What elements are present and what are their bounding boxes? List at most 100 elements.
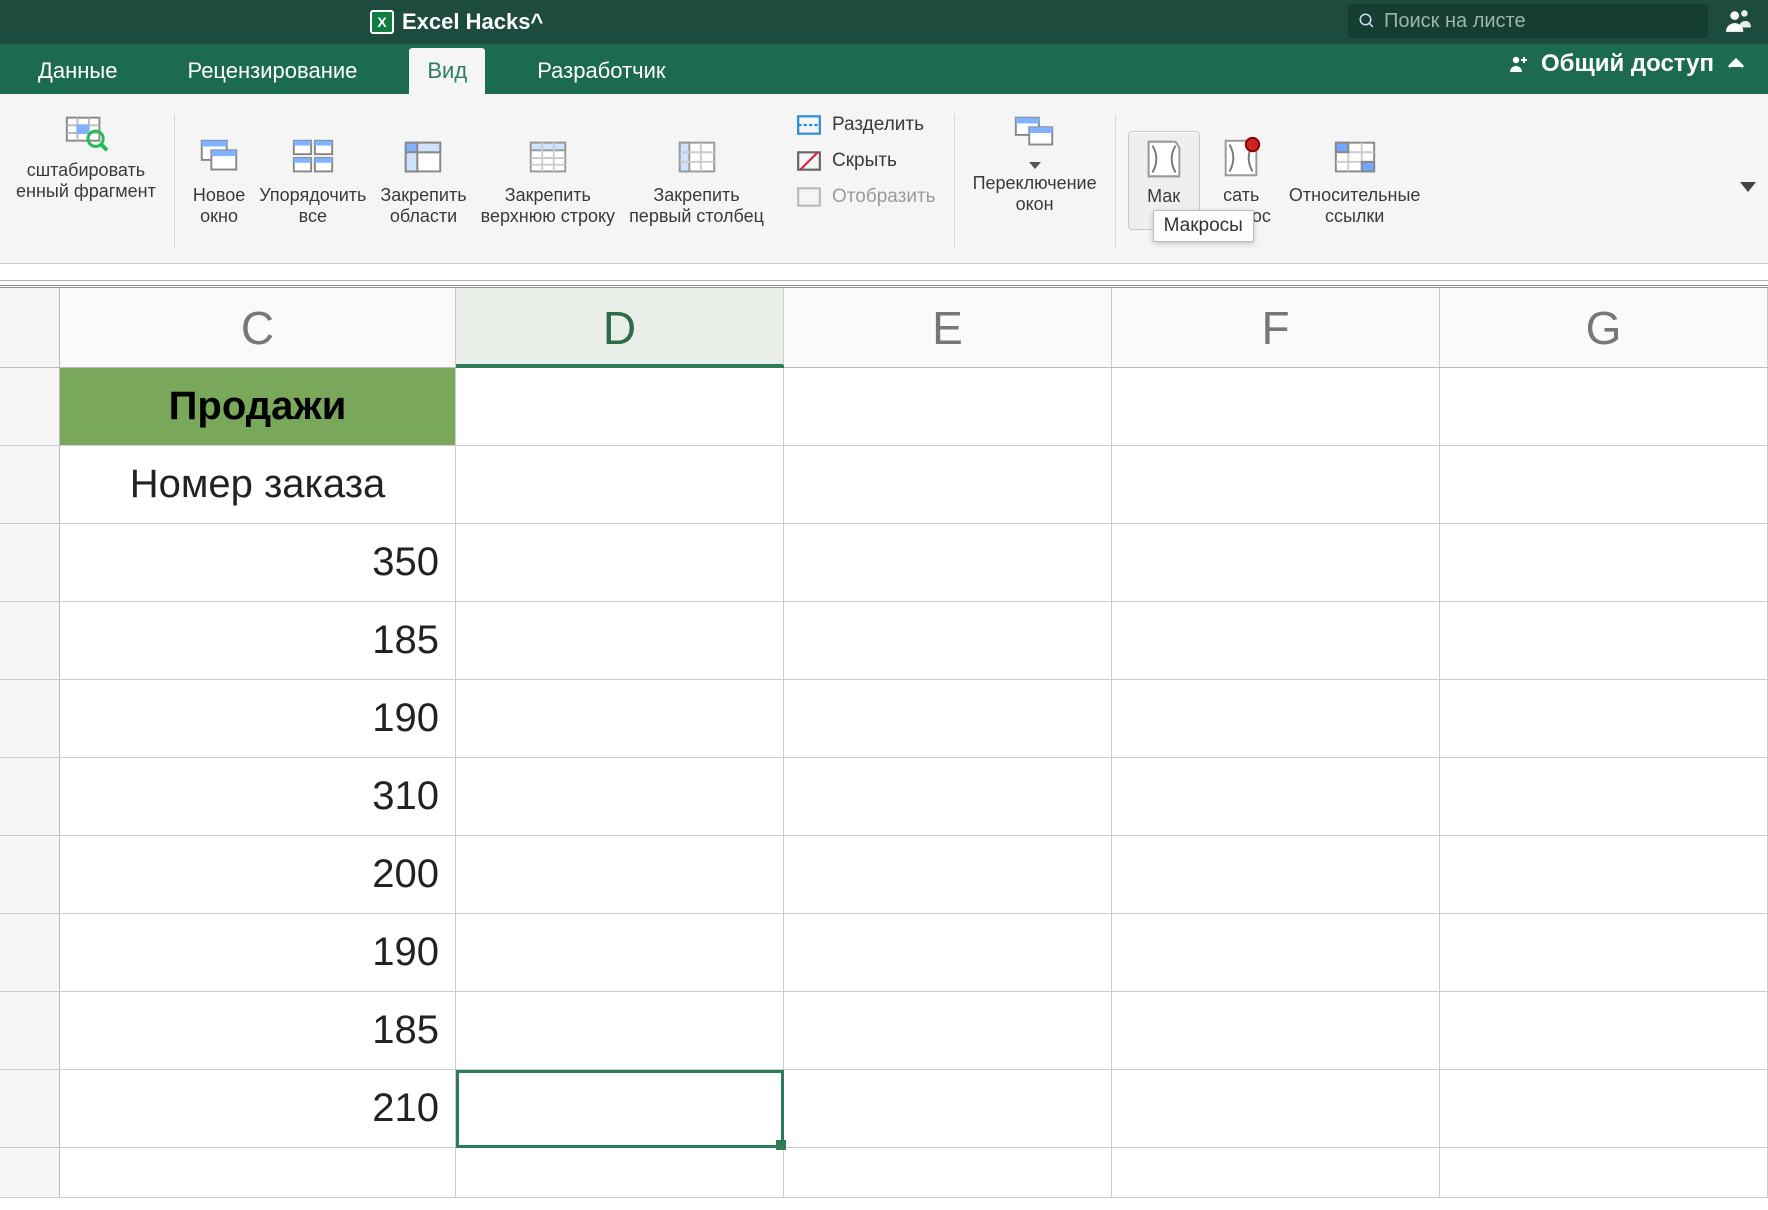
cell[interactable] <box>784 368 1112 445</box>
cell[interactable] <box>1440 680 1768 757</box>
select-all-corner[interactable] <box>0 288 60 367</box>
cell[interactable] <box>1440 1148 1768 1197</box>
col-header-F[interactable]: F <box>1112 288 1440 367</box>
row-header[interactable] <box>0 602 60 679</box>
cell[interactable] <box>784 914 1112 991</box>
cell[interactable] <box>456 446 784 523</box>
cell[interactable]: 185 <box>60 992 456 1069</box>
cell[interactable] <box>784 524 1112 601</box>
cell[interactable] <box>784 992 1112 1069</box>
cell[interactable]: 200 <box>60 836 456 913</box>
cell[interactable] <box>1112 368 1440 445</box>
cell[interactable]: 185 <box>60 602 456 679</box>
freeze-panes-button[interactable]: Закрепитьобласти <box>374 131 472 230</box>
cell[interactable]: 190 <box>60 680 456 757</box>
cell[interactable] <box>456 524 784 601</box>
unhide-icon <box>796 184 822 210</box>
row-header[interactable] <box>0 836 60 913</box>
freeze-top-row-icon <box>525 135 571 181</box>
row-header[interactable] <box>0 368 60 445</box>
col-header-D[interactable]: D <box>456 288 784 367</box>
table-row: 185 <box>0 602 1768 680</box>
cell[interactable] <box>1112 680 1440 757</box>
cell[interactable]: 310 <box>60 758 456 835</box>
chevron-up-icon[interactable] <box>1724 52 1748 76</box>
cell[interactable] <box>1112 1070 1440 1147</box>
row-header[interactable] <box>0 446 60 523</box>
spreadsheet[interactable]: C D E F G Продажи Номер заказа 350 <box>0 288 1768 1198</box>
cell[interactable] <box>1112 836 1440 913</box>
cell[interactable] <box>1440 1070 1768 1147</box>
cell[interactable] <box>784 1148 1112 1197</box>
switch-windows-button[interactable]: Переключениеокон <box>967 106 1103 218</box>
cell[interactable] <box>1440 368 1768 445</box>
cell[interactable] <box>456 1148 784 1197</box>
row-header[interactable] <box>0 992 60 1069</box>
row-header[interactable] <box>0 1148 60 1197</box>
cell[interactable] <box>1112 758 1440 835</box>
cell[interactable]: Номер заказа <box>60 446 456 523</box>
share-button[interactable]: Общий доступ <box>1507 50 1748 78</box>
cell[interactable] <box>1440 602 1768 679</box>
cell[interactable] <box>1440 446 1768 523</box>
cell[interactable] <box>456 1070 784 1147</box>
cell[interactable]: 190 <box>60 914 456 991</box>
cell[interactable]: 210 <box>60 1070 456 1147</box>
row-header[interactable] <box>0 680 60 757</box>
cell[interactable] <box>1440 992 1768 1069</box>
tab-review[interactable]: Рецензирование <box>169 48 375 94</box>
cell[interactable] <box>1112 446 1440 523</box>
ribbon-collapse-chevron-icon[interactable] <box>1740 182 1756 192</box>
tab-data[interactable]: Данные <box>20 48 135 94</box>
row-header[interactable] <box>0 1070 60 1147</box>
row-header[interactable] <box>0 524 60 601</box>
row-header[interactable] <box>0 914 60 991</box>
tab-view[interactable]: Вид <box>409 48 485 94</box>
cell[interactable] <box>1440 836 1768 913</box>
cell[interactable] <box>784 1070 1112 1147</box>
freeze-top-row-button[interactable]: Закрепитьверхнюю строку <box>475 131 621 230</box>
arrange-all-button[interactable]: Упорядочитьвсе <box>253 131 372 230</box>
cell[interactable] <box>1440 758 1768 835</box>
cell[interactable] <box>784 602 1112 679</box>
row-header[interactable] <box>0 758 60 835</box>
tab-developer[interactable]: Разработчик <box>519 48 683 94</box>
cell[interactable] <box>456 914 784 991</box>
new-window-button[interactable]: Новоеокно <box>187 131 251 230</box>
account-icon[interactable] <box>1722 4 1756 38</box>
cell[interactable] <box>784 680 1112 757</box>
table-row: Продажи <box>0 368 1768 446</box>
cell[interactable] <box>1440 914 1768 991</box>
cell[interactable] <box>1112 524 1440 601</box>
col-header-C[interactable]: C <box>60 288 456 367</box>
cell[interactable] <box>1112 602 1440 679</box>
col-header-G[interactable]: G <box>1440 288 1768 367</box>
cell[interactable] <box>784 446 1112 523</box>
cell[interactable] <box>456 992 784 1069</box>
cell[interactable] <box>456 836 784 913</box>
relative-refs-button[interactable]: Относительныессылки <box>1283 131 1426 230</box>
zoom-to-selection-button[interactable]: сштабироватьенный фрагмент <box>10 106 162 205</box>
freeze-first-col-button[interactable]: Закрепитьпервый столбец <box>623 131 770 230</box>
cell[interactable] <box>1112 992 1440 1069</box>
hide-button[interactable]: Скрыть <box>790 146 942 176</box>
cell[interactable] <box>1112 914 1440 991</box>
cell[interactable]: 350 <box>60 524 456 601</box>
split-button[interactable]: Разделить <box>790 110 942 140</box>
cell[interactable] <box>784 836 1112 913</box>
cell[interactable] <box>1112 1148 1440 1197</box>
cell[interactable] <box>456 368 784 445</box>
cell[interactable] <box>1440 524 1768 601</box>
cell[interactable] <box>456 758 784 835</box>
cell[interactable]: Продажи <box>60 368 456 445</box>
arrange-all-icon <box>290 135 336 181</box>
cell[interactable] <box>784 758 1112 835</box>
cell[interactable] <box>60 1148 456 1197</box>
table-row: Номер заказа <box>0 446 1768 524</box>
search-input[interactable]: Поиск на листе <box>1348 4 1708 38</box>
cell[interactable] <box>456 602 784 679</box>
cell[interactable] <box>456 680 784 757</box>
macros-button[interactable]: Максы Макросы <box>1128 131 1200 230</box>
table-row: 310 <box>0 758 1768 836</box>
col-header-E[interactable]: E <box>784 288 1112 367</box>
